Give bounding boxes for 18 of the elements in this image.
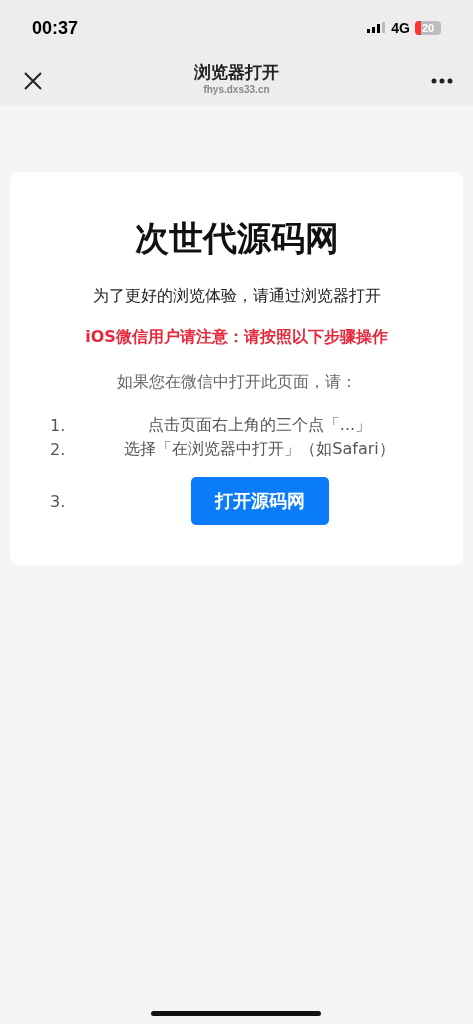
close-icon[interactable]	[24, 71, 42, 90]
subtitle-text: 为了更好的浏览体验，请通过浏览器打开	[92, 286, 381, 307]
intro-text: 如果您在微信中打开此页面，请：	[116, 372, 357, 393]
step-text: 点击页面右上角的三个点「...」	[147, 414, 372, 436]
step-text: 选择「在浏览器中打开」（如Safari）	[124, 438, 395, 460]
site-title: 次世代源码网	[134, 217, 339, 260]
network-label: 4G	[391, 20, 410, 36]
step-number: 3.	[50, 491, 67, 511]
page-title: 浏览器打开	[194, 60, 279, 84]
step-number: 2.	[50, 439, 67, 459]
battery-icon: 20	[415, 21, 441, 35]
step-number: 1.	[50, 415, 67, 435]
page-url: fhys.dxs33.cn	[203, 83, 270, 95]
status-time: 00:37	[32, 17, 79, 39]
signal-icon	[367, 22, 387, 34]
open-button[interactable]: 打开源码网	[190, 477, 329, 525]
more-icon[interactable]	[431, 77, 453, 84]
warning-text: iOS微信用户请注意：请按照以下步骤操作	[85, 327, 388, 348]
